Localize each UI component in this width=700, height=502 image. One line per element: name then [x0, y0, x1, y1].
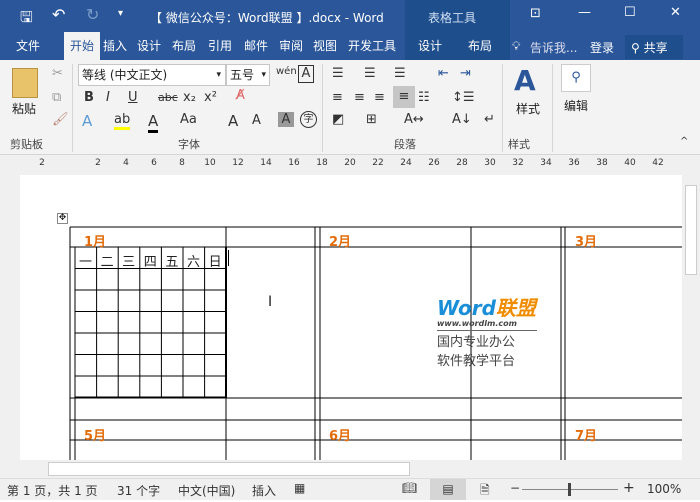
print-layout-icon[interactable]: ▤ — [430, 479, 466, 500]
text-cursor — [228, 250, 229, 266]
page-count[interactable]: 第 1 页，共 1 页 — [7, 482, 98, 499]
web-layout-icon[interactable]: 🗎 — [480, 481, 490, 502]
language[interactable]: 中文(中国) — [178, 482, 235, 499]
weekday-header: 三 — [122, 255, 136, 270]
month-label: 1月 — [84, 235, 107, 250]
watermark-logo: Word联盟 www.wordlm.com 国内专业办公 软件教学平台 — [437, 296, 537, 369]
insert-mode[interactable]: 插入 — [252, 482, 276, 499]
month-label: 6月 — [329, 429, 352, 444]
macro-icon[interactable]: ▦ — [294, 481, 305, 495]
month-label: 5月 — [84, 429, 107, 444]
month-label: 2月 — [329, 235, 352, 250]
status-bar: 第 1 页，共 1 页 31 个字 中文(中国) 插入 ▦ 📖︎ ▤ 🗎 − +… — [0, 478, 700, 500]
month-label: 7月 — [575, 429, 598, 444]
word-count[interactable]: 31 个字 — [117, 482, 160, 499]
vertical-scrollbar[interactable] — [682, 155, 700, 460]
weekday-header: 六 — [186, 255, 200, 270]
zoom-in-button[interactable]: + — [623, 480, 635, 496]
read-mode-icon[interactable]: 📖︎ — [402, 481, 417, 495]
table-move-handle-icon[interactable]: ✥ — [57, 213, 68, 224]
weekday-header: 一 — [78, 255, 92, 270]
calendar-table[interactable] — [0, 0, 682, 460]
weekday-header: 二 — [100, 255, 114, 270]
zoom-slider-thumb[interactable] — [568, 483, 571, 496]
zoom-out-button[interactable]: − — [510, 481, 520, 495]
horizontal-scroll-thumb[interactable] — [48, 462, 410, 476]
ibeam-cursor-icon: I — [268, 294, 273, 310]
vertical-scroll-thumb[interactable] — [685, 185, 697, 275]
weekday-header: 四 — [143, 255, 157, 270]
weekday-header: 日 — [208, 255, 222, 270]
weekday-header: 五 — [165, 255, 179, 270]
horizontal-scrollbar[interactable] — [0, 460, 700, 478]
month-label: 3月 — [575, 235, 598, 250]
zoom-level[interactable]: 100% — [647, 482, 681, 496]
